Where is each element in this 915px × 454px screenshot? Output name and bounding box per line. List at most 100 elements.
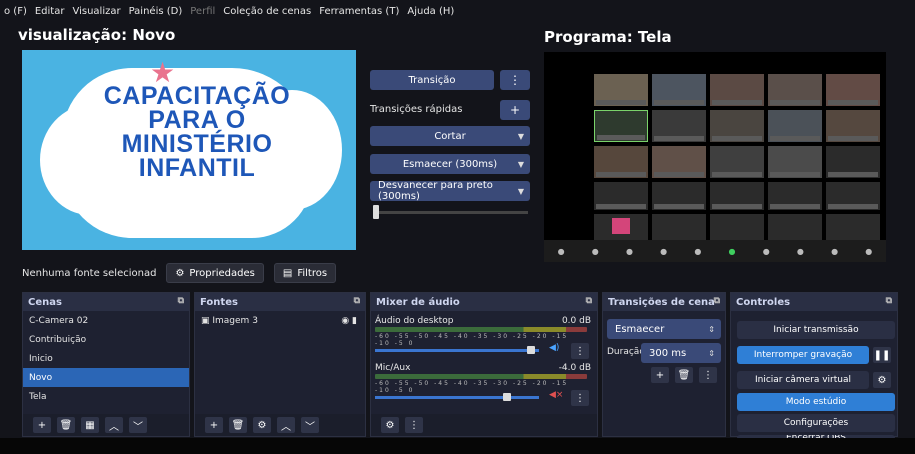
- move-down-button[interactable]: ﹀: [129, 417, 147, 433]
- scene-item-selected[interactable]: Novo: [23, 368, 189, 387]
- transition-select[interactable]: Esmaecer ⇕: [607, 319, 721, 339]
- add-scene-button[interactable]: +: [33, 417, 51, 433]
- move-up-button[interactable]: ︿: [105, 417, 123, 433]
- video-tile: [594, 74, 648, 106]
- scene-filters-button[interactable]: ▦: [81, 417, 99, 433]
- scene-transitions-header: Transições de cena ⧉: [603, 293, 725, 311]
- scene-item[interactable]: C-Camera 02: [23, 311, 189, 330]
- mic-aux-menu-button[interactable]: ⋮: [571, 390, 589, 406]
- source-properties-button[interactable]: ⚙: [253, 417, 271, 433]
- scenes-footer: + 🗑 ▦ ︿ ﹀: [23, 414, 189, 436]
- advanced-audio-button[interactable]: ⚙: [381, 417, 399, 433]
- chevron-updown-icon: ⇕: [708, 348, 715, 358]
- menu-scene-collection[interactable]: Coleção de cenas: [223, 6, 311, 17]
- tbar-track[interactable]: [376, 211, 528, 214]
- pause-icon[interactable]: ❚❚: [873, 347, 891, 363]
- sources-dock: Fontes ⧉ ▣ Imagem 3 ◉ ▮ + 🗑 ⚙ ︿ ﹀: [194, 292, 366, 437]
- move-down-button[interactable]: ﹀: [301, 417, 319, 433]
- mixer-header: Mixer de áudio ⧉: [371, 293, 597, 311]
- quick-transition-cut[interactable]: Cortar ▼: [370, 126, 530, 146]
- cut-label: Cortar: [434, 130, 466, 142]
- start-streaming-button[interactable]: Iniciar transmissão: [737, 321, 895, 339]
- undock-icon[interactable]: ⧉: [714, 296, 720, 306]
- remove-source-button[interactable]: 🗑: [229, 417, 247, 433]
- headline-line-3: MINISTÉRIO: [121, 130, 273, 158]
- transition-select-value: Esmaecer: [615, 323, 665, 335]
- duration-spinbox[interactable]: 300 ms ⇕: [641, 343, 721, 363]
- video-tile: [594, 182, 648, 210]
- menu-tools[interactable]: Ferramentas (T): [319, 6, 399, 17]
- gear-icon[interactable]: ⚙: [873, 372, 891, 388]
- move-up-button[interactable]: ︿: [277, 417, 295, 433]
- visibility-controls: ◉ ▮: [341, 316, 357, 326]
- mic-volume-handle[interactable]: [503, 393, 511, 401]
- undock-icon[interactable]: ⧉: [886, 296, 892, 306]
- mixer-menu-button[interactable]: ⋮: [405, 417, 423, 433]
- camera-icon: ●: [591, 246, 599, 256]
- transition-menu-button[interactable]: ⋮: [699, 367, 717, 383]
- menu-profile[interactable]: Perfil: [190, 6, 215, 17]
- chevron-down-icon: ▼: [517, 131, 524, 141]
- video-tile: [710, 74, 764, 106]
- gear-icon: ⚙: [175, 267, 185, 279]
- menu-file[interactable]: o (F): [4, 6, 27, 17]
- headline-line-1: CAPACITAÇÃO: [103, 82, 291, 110]
- desktop-volume-handle[interactable]: [527, 346, 535, 354]
- menu-help[interactable]: Ajuda (H): [407, 6, 454, 17]
- controls-dock: Controles ⧉ Iniciar transmissão Interromp…: [730, 292, 898, 441]
- desktop-audio-menu-button[interactable]: ⋮: [571, 343, 589, 359]
- source-item[interactable]: ▣ Imagem 3 ◉ ▮: [195, 311, 365, 330]
- scene-item[interactable]: Tela: [23, 387, 189, 406]
- video-tile: [768, 74, 822, 106]
- transition-button[interactable]: Transição: [370, 70, 494, 90]
- video-tile: [768, 110, 822, 142]
- undock-icon[interactable]: ⧉: [586, 296, 592, 306]
- add-quick-transition-button[interactable]: +: [500, 100, 530, 120]
- properties-button[interactable]: ⚙ Propriedades: [166, 263, 264, 283]
- remove-scene-button[interactable]: 🗑: [57, 417, 75, 433]
- start-virtual-camera-button[interactable]: Iniciar câmera virtual: [737, 371, 869, 389]
- undock-icon[interactable]: ⧉: [178, 296, 184, 306]
- transition-menu-button[interactable]: ⋮: [500, 70, 530, 90]
- more-icon: ●: [865, 246, 873, 256]
- add-source-button[interactable]: +: [205, 417, 223, 433]
- studio-mode-button[interactable]: Modo estúdio: [737, 393, 895, 411]
- chevron-updown-icon: ⇕: [708, 324, 715, 334]
- remove-transition-button[interactable]: 🗑: [675, 367, 693, 383]
- speaker-icon[interactable]: ◀): [549, 343, 559, 353]
- video-tile: [652, 182, 706, 210]
- headline-line-2: PARA O: [148, 106, 246, 134]
- filter-icon: ▤: [282, 267, 293, 279]
- video-tile: [652, 146, 706, 178]
- video-tile: [710, 146, 764, 178]
- controls-header: Controles ⧉: [731, 293, 897, 311]
- filters-button[interactable]: ▤ Filtros: [273, 263, 337, 283]
- menu-view[interactable]: Visualizar: [72, 6, 120, 17]
- quick-transition-fade-black[interactable]: Desvanecer para preto (300ms) ▼: [370, 180, 530, 202]
- undock-icon[interactable]: ⧉: [354, 296, 360, 306]
- desktop-volume-slider[interactable]: [375, 349, 539, 352]
- add-transition-button[interactable]: +: [651, 367, 669, 383]
- video-tile: [710, 182, 764, 210]
- eye-icon[interactable]: ◉: [341, 316, 349, 326]
- no-source-label: Nenhuma fonte selecionad: [22, 267, 157, 279]
- menu-docks[interactable]: Painéis (D): [129, 6, 183, 17]
- quick-transition-fade[interactable]: Esmaecer (300ms) ▼: [370, 154, 530, 174]
- video-tile: [652, 110, 706, 142]
- preview-canvas[interactable]: ★ CAPACITAÇÃO PARA O MINISTÉRIO INFANTIL: [22, 50, 356, 250]
- tbar-handle[interactable]: [373, 205, 379, 219]
- duration-value: 300 ms: [649, 347, 687, 359]
- security-icon: ●: [625, 246, 633, 256]
- mic-volume-slider[interactable]: [375, 396, 539, 399]
- scene-item[interactable]: Inicio: [23, 349, 189, 368]
- audio-mixer-dock: Mixer de áudio ⧉ Áudio do desktop 0.0 dB …: [370, 292, 598, 437]
- menu-bar: o (F) Editar Visualizar Painéis (D) Perf…: [0, 0, 915, 22]
- settings-button[interactable]: Configurações: [737, 414, 895, 432]
- stop-recording-button[interactable]: Interromper gravação: [737, 346, 869, 364]
- video-tile: [826, 110, 880, 142]
- mixer-footer: ⚙ ⋮: [371, 414, 597, 436]
- lock-icon[interactable]: ▮: [352, 316, 357, 326]
- scene-item[interactable]: Contribuição: [23, 330, 189, 349]
- muted-speaker-icon[interactable]: ◀×: [549, 390, 563, 400]
- menu-edit[interactable]: Editar: [35, 6, 65, 17]
